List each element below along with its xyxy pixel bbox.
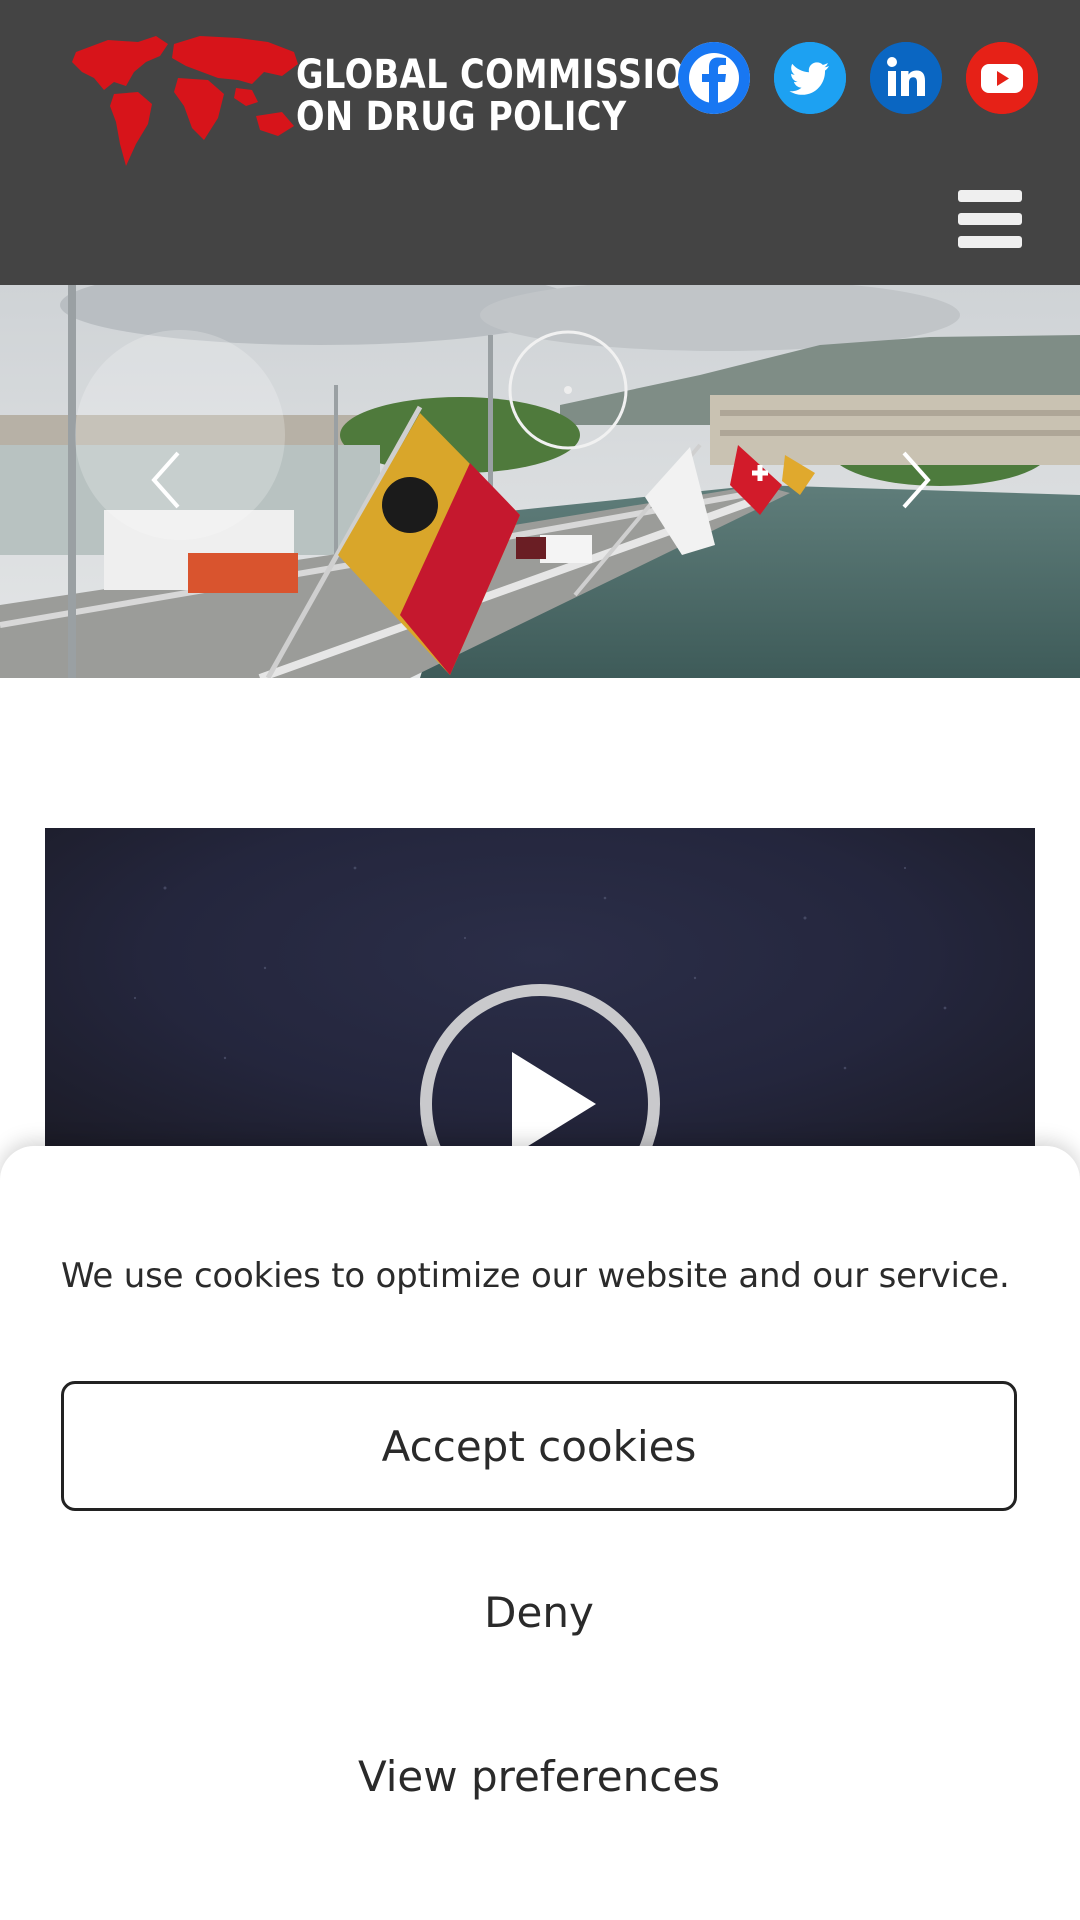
logo-wordmark: GLOBAL COMMISSION ON DRUG POLICY — [296, 54, 713, 138]
menu-bar — [958, 236, 1022, 248]
cookie-banner: We use cookies to optimize our website a… — [0, 1146, 1080, 1920]
linkedin-icon — [870, 42, 942, 114]
slider-prev-button[interactable] — [136, 445, 196, 515]
play-button[interactable] — [420, 984, 660, 1148]
logo-line-1: GLOBAL COMMISSION — [296, 52, 713, 98]
chevron-left-icon — [151, 451, 180, 509]
cookie-message: We use cookies to optimize our website a… — [61, 1256, 1010, 1296]
deny-button[interactable]: Deny — [61, 1567, 1017, 1657]
logo-line-2: ON DRUG POLICY — [296, 94, 627, 140]
menu-bar — [958, 213, 1022, 225]
twitter-icon — [774, 42, 846, 114]
hero-slider — [0, 285, 1080, 678]
facebook-link[interactable] — [678, 42, 750, 114]
youtube-link[interactable] — [966, 42, 1038, 114]
hamburger-menu-icon[interactable] — [958, 190, 1022, 248]
world-map-logo-icon — [72, 36, 298, 166]
view-preferences-button[interactable]: View preferences — [61, 1731, 1017, 1821]
slider-next-button[interactable] — [886, 445, 946, 515]
menu-bar — [958, 190, 1022, 202]
linkedin-link[interactable] — [870, 42, 942, 114]
site-header: GLOBAL COMMISSION ON DRUG POLICY — [0, 0, 1080, 285]
youtube-icon — [966, 42, 1038, 114]
twitter-link[interactable] — [774, 42, 846, 114]
site-logo[interactable]: GLOBAL COMMISSION ON DRUG POLICY — [68, 32, 712, 182]
chevron-right-icon — [902, 451, 931, 509]
facebook-icon — [678, 42, 750, 114]
play-icon — [420, 984, 660, 1148]
accept-cookies-button[interactable]: Accept cookies — [61, 1381, 1017, 1511]
video-player[interactable] — [45, 828, 1035, 1148]
